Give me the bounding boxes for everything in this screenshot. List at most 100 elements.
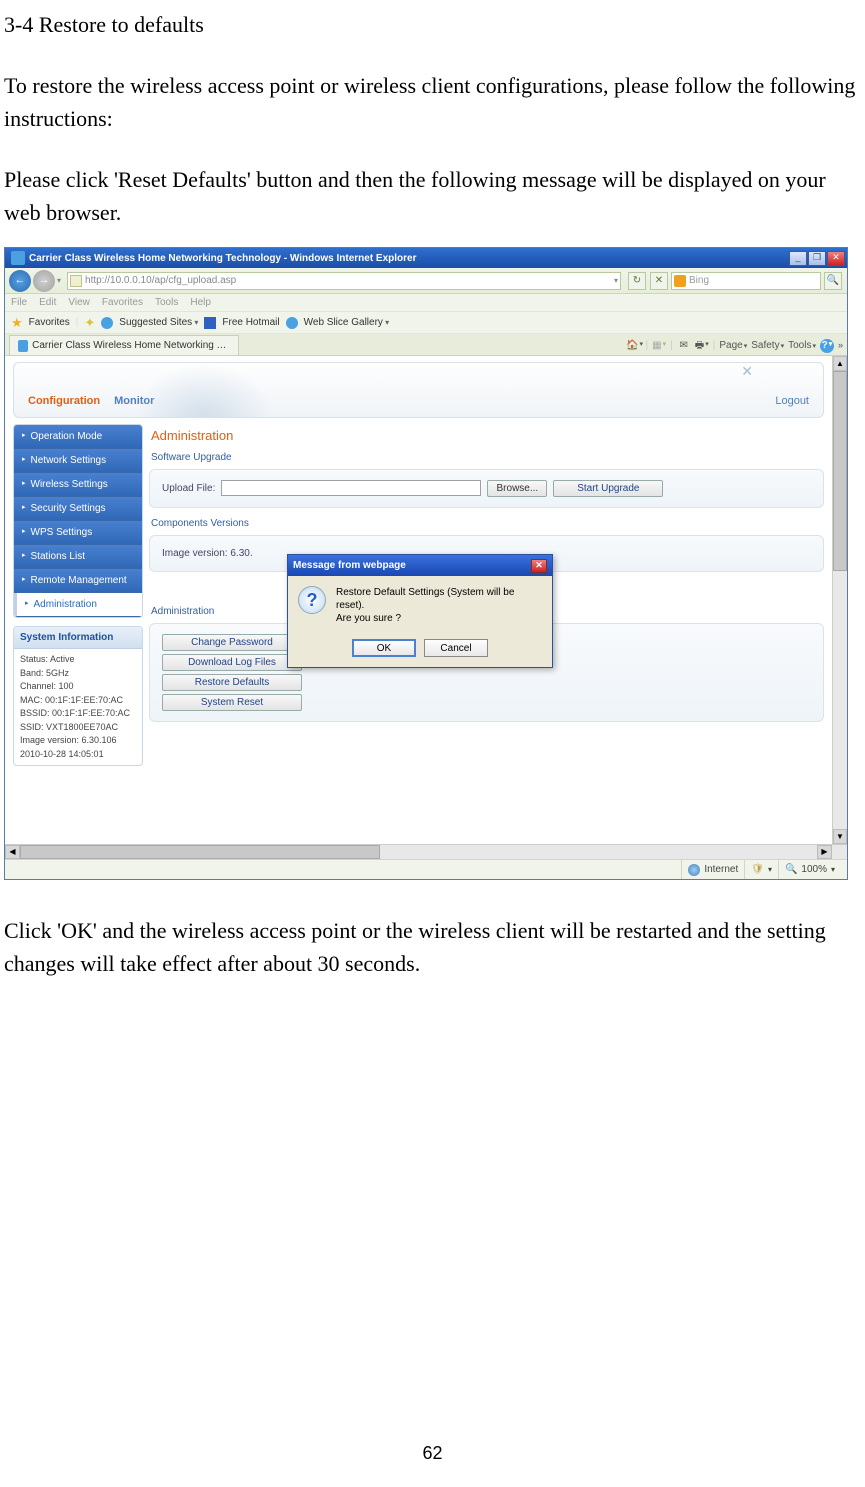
page-tab[interactable]: Carrier Class Wireless Home Networking T… — [9, 335, 239, 355]
tab-bar: Carrier Class Wireless Home Networking T… — [5, 334, 847, 356]
scroll-thumb[interactable] — [833, 371, 847, 571]
mail-icon[interactable]: ✉ — [677, 339, 691, 353]
start-upgrade-button[interactable]: Start Upgrade — [553, 480, 663, 497]
info-band: Band: 5GHz — [20, 667, 136, 681]
maximize-button[interactable]: ❐ — [808, 251, 826, 266]
close-button[interactable]: ✕ — [827, 251, 845, 266]
command-bar: 🏠 | ▦ | ✉ 🖶 | Page Safety Tools ? » — [628, 338, 843, 355]
dialog-line1: Restore Default Settings (System will be… — [336, 586, 542, 612]
scroll-down-icon[interactable]: ▼ — [833, 829, 847, 844]
home-icon[interactable]: 🏠 — [628, 339, 642, 353]
window-title: Carrier Class Wireless Home Networking T… — [29, 251, 789, 266]
confirm-dialog: Message from webpage ✕ ? Restore Default… — [287, 554, 553, 668]
scroll-hthumb[interactable] — [20, 845, 380, 859]
sidebar-item-administration[interactable]: Administration — [14, 593, 142, 617]
shield-icon: 🛡 — [751, 862, 764, 877]
dialog-close-button[interactable]: ✕ — [531, 559, 547, 573]
upload-file-label: Upload File: — [162, 481, 215, 496]
change-password-button[interactable]: Change Password — [162, 634, 302, 651]
web-slice-gallery-link[interactable]: Web Slice Gallery — [304, 315, 390, 330]
stop-button[interactable]: ✕ — [650, 272, 668, 290]
suggested-sites-link[interactable]: Suggested Sites — [119, 315, 198, 330]
sidebar-item-stations-list[interactable]: Stations List — [14, 545, 142, 569]
url-input[interactable] — [85, 275, 614, 286]
print-icon[interactable]: 🖶 — [695, 339, 709, 353]
scroll-up-icon[interactable]: ▲ — [833, 356, 847, 371]
download-log-files-button[interactable]: Download Log Files — [162, 654, 302, 671]
software-upgrade-label: Software Upgrade — [151, 450, 824, 465]
menu-edit[interactable]: Edit — [39, 295, 56, 310]
zone-label: Internet — [704, 862, 738, 877]
help-icon[interactable]: ? — [820, 339, 834, 353]
add-favorite-icon[interactable]: ✦ — [84, 313, 95, 333]
tab-favicon — [18, 340, 28, 352]
sidebar-item-network-settings[interactable]: Network Settings — [14, 449, 142, 473]
addr-dropdown-icon[interactable]: ▾ — [614, 275, 618, 287]
nav-menu: Operation Mode Network Settings Wireless… — [13, 424, 143, 618]
info-status: Status: Active — [20, 653, 136, 667]
upload-card: Upload File: Browse... Start Upgrade — [149, 469, 824, 508]
tools-menu[interactable]: Tools — [788, 338, 816, 353]
horizontal-scrollbar[interactable]: ◀ ▶ — [5, 844, 847, 859]
sidebar-item-security-settings[interactable]: Security Settings — [14, 497, 142, 521]
upload-file-input[interactable] — [221, 480, 481, 496]
refresh-button[interactable]: ↻ — [628, 272, 646, 290]
menu-favorites[interactable]: Favorites — [102, 295, 143, 310]
menu-tools[interactable]: Tools — [155, 295, 178, 310]
cancel-button[interactable]: Cancel — [424, 639, 488, 657]
page-menu[interactable]: Page — [719, 338, 747, 353]
page-title: Administration — [151, 426, 824, 446]
zoom-control[interactable]: 🔍 100% ▾ — [778, 860, 841, 879]
sidebar-item-wireless-settings[interactable]: Wireless Settings — [14, 473, 142, 497]
minimize-button[interactable]: _ — [789, 251, 807, 266]
ie-icon — [11, 251, 25, 265]
search-box[interactable]: Bing — [671, 272, 821, 290]
nav-dropdown-icon[interactable]: ▾ — [57, 275, 61, 287]
favorites-star-icon[interactable]: ★ — [11, 313, 23, 333]
scroll-right-icon[interactable]: ▶ — [817, 845, 832, 859]
ok-button[interactable]: OK — [352, 639, 416, 657]
info-ssid: SSID: VXT1800EE70AC — [20, 721, 136, 735]
slice-icon — [286, 317, 298, 329]
menu-help[interactable]: Help — [190, 295, 211, 310]
ie-small-icon — [101, 317, 113, 329]
nav-toolbar: ← → ▾ ▾ ↻ ✕ Bing 🔍 — [5, 268, 847, 294]
sidebar-item-operation-mode[interactable]: Operation Mode — [14, 425, 142, 449]
favorites-bar: ★ Favorites | ✦ Suggested Sites Free Hot… — [5, 312, 847, 334]
components-versions-label: Components Versions — [151, 516, 824, 531]
logout-link[interactable]: Logout — [775, 393, 809, 410]
bing-icon — [674, 275, 686, 287]
header-x-icon: ✕ — [741, 362, 753, 382]
search-button[interactable]: 🔍 — [824, 272, 842, 290]
vertical-scrollbar[interactable]: ▲ ▼ — [832, 356, 847, 844]
sidebar-item-wps-settings[interactable]: WPS Settings — [14, 521, 142, 545]
toolbar-chevron-icon[interactable]: » — [838, 339, 843, 353]
favorites-label[interactable]: Favorites — [29, 315, 70, 330]
section-heading: 3-4 Restore to defaults — [4, 8, 857, 41]
browse-button[interactable]: Browse... — [487, 480, 547, 497]
sidebar-item-remote-management[interactable]: Remote Management — [14, 569, 142, 593]
free-hotmail-link[interactable]: Free Hotmail — [222, 315, 279, 330]
zoom-icon: 🔍 — [785, 862, 797, 877]
system-reset-button[interactable]: System Reset — [162, 694, 302, 711]
dialog-message: Restore Default Settings (System will be… — [336, 586, 542, 625]
dialog-line2: Are you sure ? — [336, 612, 542, 625]
info-bssid: BSSID: 00:1F:1F:EE:70:AC — [20, 707, 136, 721]
tab-configuration[interactable]: Configuration — [28, 393, 100, 410]
status-bar: Internet 🛡 ▾ 🔍 100% ▾ — [5, 859, 847, 879]
menu-bar: File Edit View Favorites Tools Help — [5, 294, 847, 312]
address-bar[interactable]: ▾ — [67, 272, 621, 290]
forward-button[interactable]: → — [33, 270, 55, 292]
menu-view[interactable]: View — [68, 295, 90, 310]
restore-defaults-button[interactable]: Restore Defaults — [162, 674, 302, 691]
feeds-icon[interactable]: ▦ — [652, 339, 666, 353]
question-icon: ? — [298, 586, 326, 614]
back-button[interactable]: ← — [9, 270, 31, 292]
scroll-left-icon[interactable]: ◀ — [5, 845, 20, 859]
image-version-text: Image version: 6.30. — [162, 548, 253, 559]
menu-file[interactable]: File — [11, 295, 27, 310]
page-number: 62 — [0, 1440, 865, 1467]
safety-menu[interactable]: Safety — [751, 338, 784, 353]
dialog-title: Message from webpage — [293, 558, 406, 573]
info-mac: MAC: 00:1F:1F:EE:70:AC — [20, 694, 136, 708]
